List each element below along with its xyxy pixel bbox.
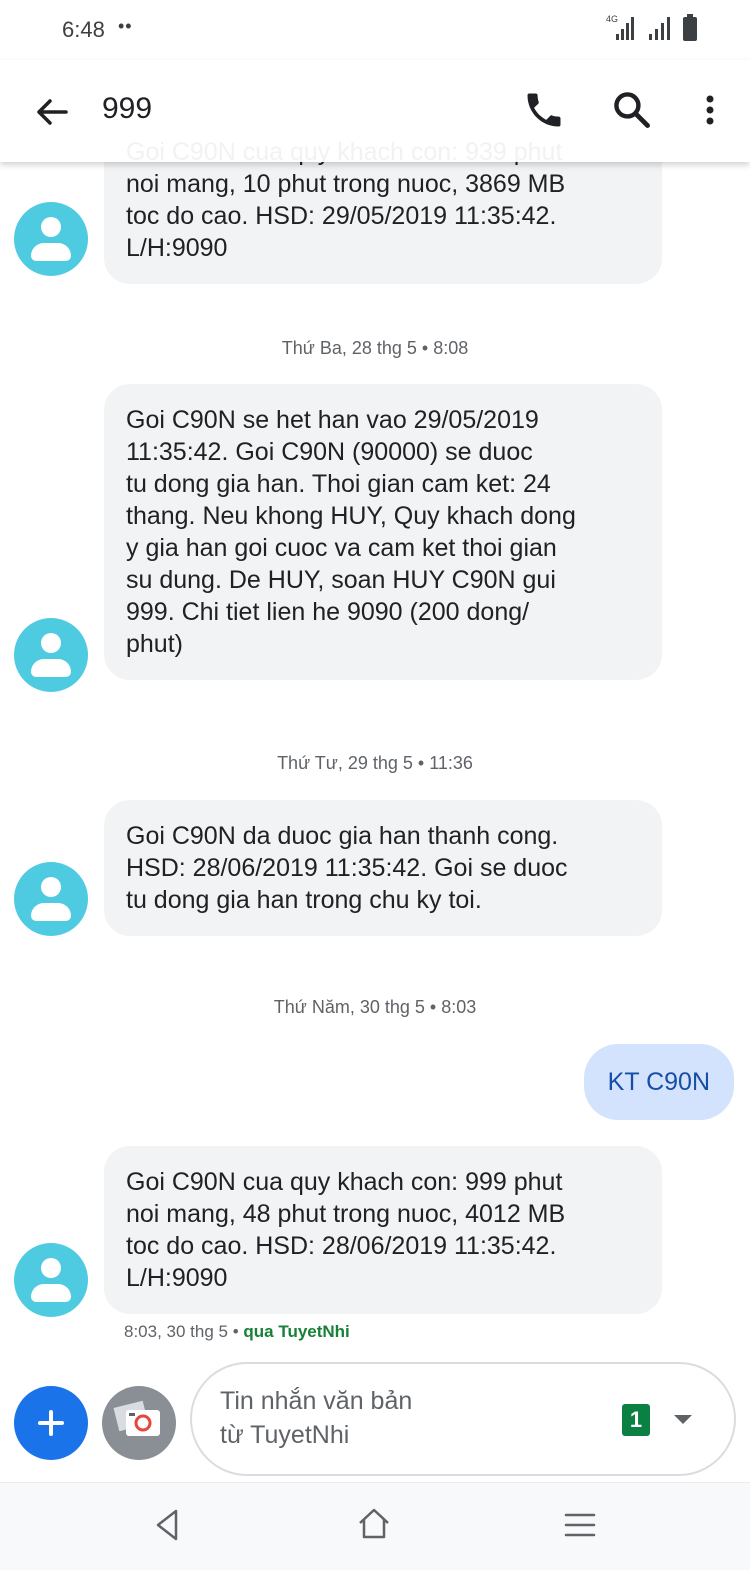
- message-line: Goi C90N da duoc gia han thanh cong.: [126, 822, 559, 850]
- nav-home-icon[interactable]: [356, 1505, 392, 1541]
- message-line: phut): [126, 630, 183, 658]
- sim-icon[interactable]: 1: [622, 1404, 650, 1436]
- notification-dots-icon: ••: [118, 16, 133, 36]
- message-text: KT C90N: [607, 1068, 710, 1096]
- message-bubble-incoming[interactable]: Goi C90N cua quy khach con: 999 phut noi…: [104, 1146, 662, 1314]
- message-input-placeholder: Tin nhắn văn bản từ TuyetNhi: [220, 1384, 600, 1452]
- signal-icon: [649, 17, 670, 40]
- message-bubble-incoming[interactable]: Goi C90N se het han vao 29/05/2019 11:35…: [104, 384, 662, 680]
- status-icons: 4G: [606, 14, 698, 42]
- date-divider: Thứ Năm, 30 thg 5 • 8:03: [273, 997, 477, 1017]
- message-line: HSD: 28/06/2019 11:35:42. Goi se duoc: [126, 854, 568, 882]
- sim-label: qua TuyetNhi: [243, 1322, 350, 1341]
- message-line: 11:35:42. Goi C90N (90000) se duoc: [126, 438, 533, 466]
- search-button[interactable]: [610, 88, 654, 132]
- message-line: tu dong gia han. Thoi gian cam ket: 24: [126, 470, 551, 498]
- gallery-button[interactable]: [102, 1386, 176, 1460]
- message-bubble-outgoing[interactable]: KT C90N: [583, 1044, 734, 1120]
- system-nav-bar: [0, 1482, 750, 1570]
- phone-icon: [527, 93, 561, 127]
- message-bubble-incoming[interactable]: Goi C90N da duoc gia han thanh cong. HSD…: [104, 800, 662, 936]
- person-icon-body: [31, 659, 71, 677]
- nav-back-icon[interactable]: [152, 1507, 182, 1543]
- more-options-button[interactable]: [688, 88, 732, 132]
- search-icon: [614, 92, 650, 128]
- placeholder-line: Tin nhắn văn bản: [220, 1387, 413, 1415]
- message-line: L/H:9090: [126, 234, 228, 262]
- message-line: noi mang, 10 phut trong nuoc, 3869 MB: [126, 170, 566, 198]
- message-line: noi mang, 48 phut trong nuoc, 4012 MB: [126, 1200, 566, 1228]
- message-timestamp: 8:03, 30 thg 5 •: [124, 1322, 244, 1341]
- message-composer: Tin nhắn văn bản từ TuyetNhi 1: [0, 1360, 750, 1480]
- message-line: Goi C90N se het han vao 29/05/2019: [126, 406, 539, 434]
- dropdown-arrow-icon[interactable]: [670, 1410, 696, 1430]
- message-line: y gia han goi cuoc va cam ket thoi gian: [126, 534, 557, 562]
- back-arrow-icon: [37, 99, 68, 125]
- add-attachment-button[interactable]: [14, 1386, 88, 1460]
- placeholder-line: từ TuyetNhi: [220, 1421, 350, 1449]
- call-button[interactable]: [522, 88, 566, 132]
- status-time: 6:48: [62, 17, 105, 42]
- message-line: su dung. De HUY, soan HUY C90N gui: [126, 566, 556, 594]
- message-line: Goi C90N cua quy khach con: 999 phut: [126, 1168, 563, 1196]
- message-line: 999. Chi tiet lien he 9090 (200 dong/: [126, 598, 530, 626]
- sender-avatar[interactable]: [14, 1243, 88, 1317]
- conversation-title: 999: [102, 92, 153, 125]
- message-line: tu dong gia han trong chu ky toi.: [126, 886, 482, 914]
- person-icon-body: [31, 1284, 71, 1302]
- app-bar: 999: [0, 60, 750, 162]
- message-meta: 8:03, 30 thg 5 • qua TuyetNhi: [124, 1322, 350, 1342]
- person-icon: [41, 217, 61, 237]
- person-icon-body: [31, 903, 71, 921]
- signal-4g-icon: 4G: [606, 14, 634, 40]
- network-type-label: 4G: [606, 14, 618, 24]
- message-input[interactable]: Tin nhắn văn bản từ TuyetNhi 1: [190, 1362, 736, 1476]
- nav-recents-icon[interactable]: [562, 1509, 598, 1541]
- plus-icon: [38, 1410, 64, 1436]
- sender-avatar[interactable]: [14, 618, 88, 692]
- more-vert-icon: [706, 95, 714, 125]
- person-icon: [41, 633, 61, 653]
- person-icon-body: [31, 243, 71, 261]
- person-icon: [41, 1258, 61, 1278]
- status-bar: 6:48 •• 4G: [0, 0, 750, 60]
- camera-gallery-icon: [113, 1400, 160, 1436]
- sender-avatar[interactable]: [14, 202, 88, 276]
- sender-avatar[interactable]: [14, 862, 88, 936]
- date-divider: Thứ Tư, 29 thg 5 • 11:36: [277, 753, 473, 773]
- message-thread[interactable]: Goi C90N cua quy khach con: 939 phut noi…: [0, 0, 750, 1360]
- message-line: L/H:9090: [126, 1264, 228, 1292]
- date-divider: Thứ Ba, 28 thg 5 • 8:08: [281, 338, 469, 358]
- message-line: thang. Neu khong HUY, Quy khach dong: [126, 502, 576, 530]
- message-line: toc do cao. HSD: 28/06/2019 11:35:42.: [126, 1232, 557, 1260]
- back-button[interactable]: [30, 90, 74, 134]
- message-line: toc do cao. HSD: 29/05/2019 11:35:42.: [126, 202, 557, 230]
- battery-icon: [683, 14, 697, 41]
- person-icon: [41, 877, 61, 897]
